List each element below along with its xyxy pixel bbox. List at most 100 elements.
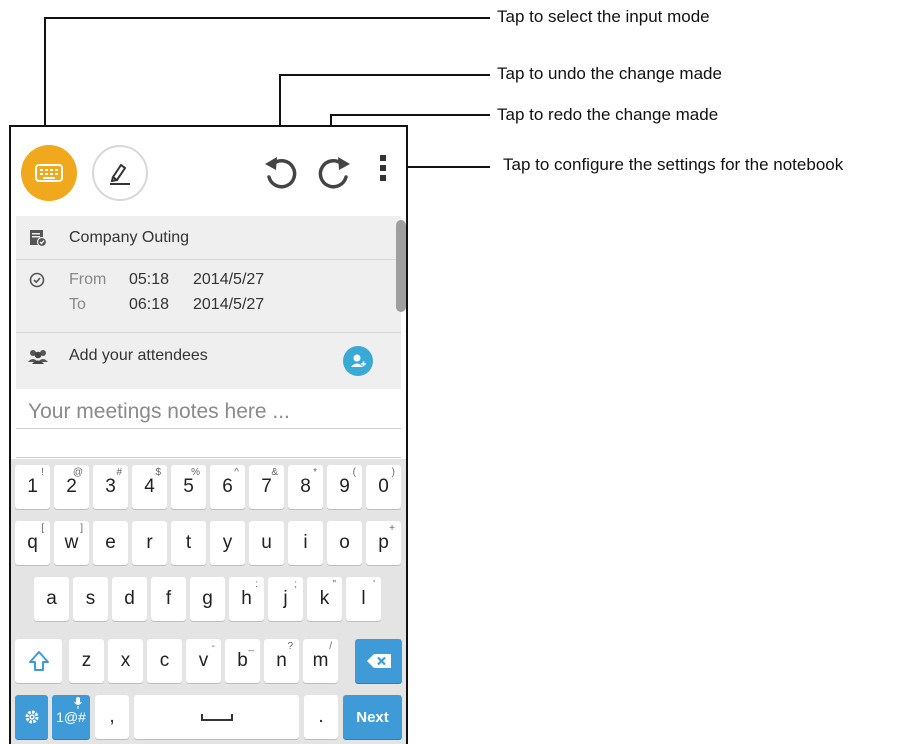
key-row-4: z x c v - b _ n? m / [11, 639, 406, 685]
key-label: s [85, 588, 96, 609]
key-secondary-label: ^ [234, 467, 239, 478]
key-secondary-label: ) [391, 467, 395, 478]
input-mode-button[interactable] [21, 145, 77, 201]
key-label: 9 [339, 476, 350, 497]
key-label: n [276, 650, 287, 671]
key-label: 6 [222, 476, 233, 497]
key-label: h [241, 588, 252, 609]
key-a[interactable]: a [34, 577, 69, 621]
key-secondary-label: ! [41, 467, 44, 478]
comma-key[interactable]: , [95, 695, 129, 739]
settings-key[interactable] [15, 695, 48, 739]
mic-icon [74, 697, 82, 709]
key-q[interactable]: q[ [15, 521, 50, 565]
key-9[interactable]: 9( [327, 465, 362, 509]
key-3[interactable]: 3 # [93, 465, 128, 509]
period-key[interactable]: . [304, 695, 338, 739]
key-e[interactable]: e [93, 521, 128, 565]
key-0[interactable]: 0) [366, 465, 401, 509]
callout-input-mode: Tap to select the input mode [497, 7, 710, 26]
redo-icon [318, 157, 350, 189]
more-options-button[interactable] [375, 153, 391, 185]
key-1[interactable]: 1! [15, 465, 50, 509]
key-secondary-label: * [313, 467, 317, 478]
key-secondary-label: - [211, 641, 215, 652]
key-g[interactable]: g [190, 577, 225, 621]
key-v[interactable]: v- [186, 639, 221, 683]
key-label: 3 [105, 476, 116, 497]
handwriting-button[interactable] [92, 145, 148, 201]
key-secondary-label: & [271, 467, 278, 478]
key-d[interactable]: d [112, 577, 147, 621]
key-f[interactable]: f [151, 577, 186, 621]
key-secondary-label: ' [373, 579, 375, 590]
key-z[interactable]: z [69, 639, 104, 683]
from-time[interactable]: 05:18 [129, 271, 169, 289]
key-label: 1 [27, 476, 38, 497]
to-time[interactable]: 06:18 [129, 296, 169, 314]
key-i[interactable]: i [288, 521, 323, 565]
key-5[interactable]: 5% [171, 465, 206, 509]
next-key[interactable]: Next [343, 695, 402, 739]
key-label: q [27, 532, 38, 553]
key-m[interactable]: m / [303, 639, 338, 683]
key-label: e [105, 532, 116, 553]
key-j[interactable]: j; [268, 577, 303, 621]
key-r[interactable]: r [132, 521, 167, 565]
key-row-1: 1! 2 @3 #4 $5% 6 ^ 7 & 8 * 9(0) [11, 465, 406, 511]
keyboard-icon [35, 164, 63, 182]
key-s[interactable]: s [73, 577, 108, 621]
key-8[interactable]: 8 * [288, 465, 323, 509]
event-title[interactable]: Company Outing [69, 229, 189, 247]
key-7[interactable]: 7 & [249, 465, 284, 509]
backspace-key[interactable] [355, 639, 402, 683]
notes-line [16, 457, 401, 458]
key-label: p [378, 532, 389, 553]
key-label: m [312, 650, 329, 671]
phone-screen: Company Outing From 05:18 2014/5/27 To 0… [9, 125, 408, 744]
notes-input[interactable]: Your meetings notes here ... [28, 400, 290, 424]
key-2[interactable]: 2 @ [54, 465, 89, 509]
key-p[interactable]: p + [366, 521, 401, 565]
key-6[interactable]: 6 ^ [210, 465, 245, 509]
notes-line [16, 428, 401, 429]
key-t[interactable]: t [171, 521, 206, 565]
attendees-input[interactable]: Add your attendees [69, 347, 208, 365]
callout-undo: Tap to undo the change made [497, 64, 722, 83]
undo-button[interactable] [259, 151, 303, 195]
space-icon [200, 714, 233, 721]
key-h[interactable]: h: [229, 577, 264, 621]
key-y[interactable]: y [210, 521, 245, 565]
key-c[interactable]: c [147, 639, 182, 683]
key-secondary-label: $ [155, 467, 161, 478]
key-secondary-label: # [116, 467, 122, 478]
callout-line-settings-h [396, 166, 490, 168]
key-label: z [81, 650, 92, 671]
key-u[interactable]: u [249, 521, 284, 565]
key-l[interactable]: l ' [346, 577, 381, 621]
key-x[interactable]: x [108, 639, 143, 683]
key-label: 7 [261, 476, 272, 497]
scrollbar[interactable] [396, 220, 406, 312]
pen-handwriting-icon [110, 163, 130, 185]
space-key[interactable] [134, 695, 299, 739]
key-label: w [64, 532, 79, 553]
key-label: 5 [183, 476, 194, 497]
symbols-key[interactable]: 1@# [52, 695, 90, 739]
event-card: Company Outing From 05:18 2014/5/27 To 0… [16, 216, 401, 389]
key-label: 2 [66, 476, 77, 497]
redo-button[interactable] [312, 151, 356, 195]
key-o[interactable]: o [327, 521, 362, 565]
key-b[interactable]: b _ [225, 639, 260, 683]
key-k[interactable]: k " [307, 577, 342, 621]
key-label: 4 [144, 476, 155, 497]
callout-line-input-mode-h [44, 17, 490, 19]
from-date[interactable]: 2014/5/27 [193, 271, 264, 289]
key-secondary-label: @ [72, 467, 83, 478]
key-secondary-label: : [255, 579, 258, 590]
to-date[interactable]: 2014/5/27 [193, 296, 264, 314]
add-attendee-button[interactable] [343, 346, 373, 376]
key-4[interactable]: 4 $ [132, 465, 167, 509]
key-n[interactable]: n? [264, 639, 299, 683]
key-w[interactable]: w] [54, 521, 89, 565]
